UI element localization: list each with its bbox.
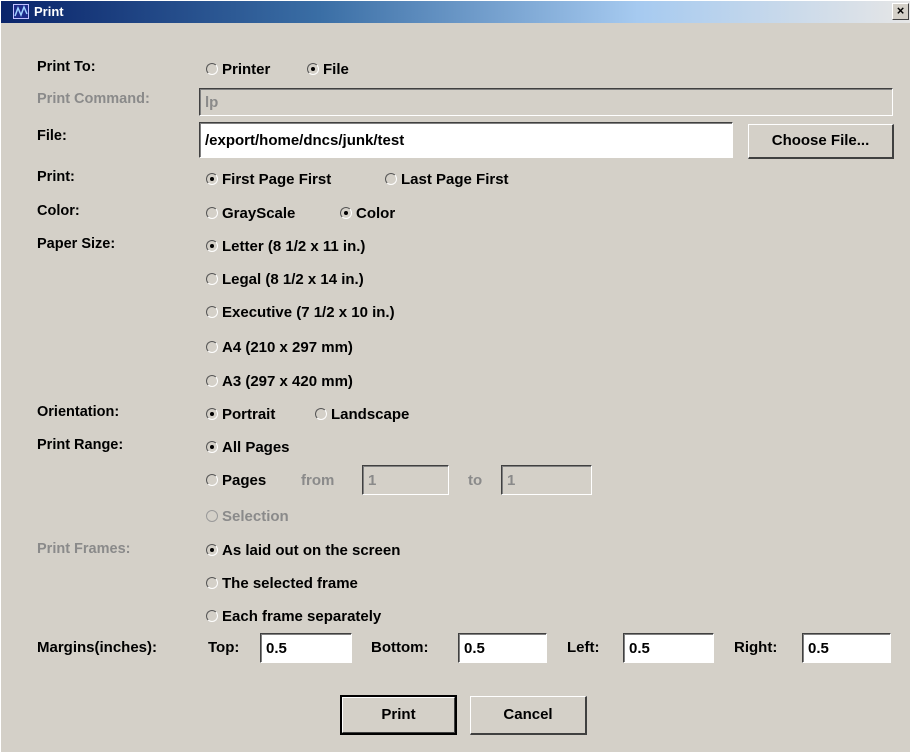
print-dialog: Print × Print To: Printer File Print Com… — [0, 0, 910, 752]
paper-size-label: Paper Size: — [37, 236, 116, 252]
radio-first-page-first[interactable]: First Page First — [206, 171, 331, 188]
margin-right-input[interactable] — [802, 633, 891, 663]
margin-left-label: Left: — [567, 639, 600, 656]
radio-paper-letter-label: Letter (8 1/2 x 11 in.) — [222, 238, 366, 255]
radio-all-pages-label: All Pages — [222, 439, 290, 456]
margin-top-label: Top: — [208, 639, 240, 656]
radio-portrait-label: Portrait — [222, 406, 276, 423]
radio-each-frame-label: Each frame separately — [222, 608, 382, 625]
radio-color-indicator — [340, 207, 352, 220]
radio-selection[interactable]: Selection — [206, 508, 289, 525]
radio-paper-legal[interactable]: Legal (8 1/2 x 14 in.) — [206, 271, 364, 288]
radio-printer-indicator — [206, 63, 218, 76]
radio-selection-label: Selection — [222, 508, 289, 525]
radio-file-indicator — [307, 63, 319, 76]
radio-paper-executive-indicator — [206, 306, 218, 319]
radio-file-label: File — [323, 61, 349, 78]
radio-paper-a3-label: A3 (297 x 420 mm) — [222, 373, 353, 390]
radio-paper-a3-indicator — [206, 375, 218, 388]
pages-to-input[interactable] — [501, 465, 592, 495]
radio-paper-legal-label: Legal (8 1/2 x 14 in.) — [222, 271, 364, 288]
file-path-input[interactable] — [199, 122, 733, 158]
print-frames-label: Print Frames: — [37, 541, 131, 557]
pages-to-label: to — [468, 472, 483, 489]
radio-as-laid-out-indicator — [206, 544, 218, 557]
print-range-label: Print Range: — [37, 437, 124, 453]
radio-paper-a4-label: A4 (210 x 297 mm) — [222, 339, 353, 356]
margin-left-input[interactable] — [623, 633, 714, 663]
radio-paper-executive-label: Executive (7 1/2 x 10 in.) — [222, 304, 395, 321]
print-button[interactable]: Print — [340, 695, 457, 735]
radio-as-laid-out[interactable]: As laid out on the screen — [206, 542, 400, 559]
radio-last-page-first[interactable]: Last Page First — [385, 171, 509, 188]
margin-bottom-input[interactable] — [458, 633, 547, 663]
radio-paper-a4[interactable]: A4 (210 x 297 mm) — [206, 339, 353, 356]
radio-each-frame-indicator — [206, 610, 218, 623]
radio-pages-indicator — [206, 474, 218, 487]
radio-color[interactable]: Color — [340, 205, 395, 222]
radio-each-frame[interactable]: Each frame separately — [206, 608, 381, 625]
margins-label: Margins(inches): — [37, 639, 158, 656]
title-bar[interactable]: Print × — [1, 1, 910, 23]
radio-all-pages-indicator — [206, 441, 218, 454]
radio-printer-label: Printer — [222, 61, 271, 78]
margin-top-input[interactable] — [260, 633, 352, 663]
radio-grayscale-label: GrayScale — [222, 205, 296, 222]
radio-grayscale[interactable]: GrayScale — [206, 205, 295, 222]
radio-grayscale-indicator — [206, 207, 218, 220]
radio-landscape-label: Landscape — [331, 406, 410, 423]
margin-bottom-label: Bottom: — [371, 639, 429, 656]
print-button-label: Print — [381, 706, 416, 723]
close-button[interactable]: × — [892, 3, 909, 20]
window-title: Print — [34, 4, 64, 19]
radio-portrait-indicator — [206, 408, 218, 421]
radio-paper-a3[interactable]: A3 (297 x 420 mm) — [206, 373, 353, 390]
radio-paper-letter-indicator — [206, 240, 218, 253]
radio-selection-indicator — [206, 510, 218, 523]
cancel-button[interactable]: Cancel — [470, 696, 587, 735]
margin-right-label: Right: — [734, 639, 778, 656]
print-order-label: Print: — [37, 169, 75, 185]
radio-pages[interactable]: Pages — [206, 472, 266, 489]
print-to-label: Print To: — [37, 59, 96, 75]
radio-paper-legal-indicator — [206, 273, 218, 286]
radio-as-laid-out-label: As laid out on the screen — [222, 542, 401, 559]
color-label: Color: — [37, 203, 80, 219]
radio-paper-executive[interactable]: Executive (7 1/2 x 10 in.) — [206, 304, 395, 321]
close-icon: × — [896, 3, 905, 18]
radio-paper-letter[interactable]: Letter (8 1/2 x 11 in.) — [206, 238, 365, 255]
radio-selected-frame-indicator — [206, 577, 218, 590]
radio-selected-frame[interactable]: The selected frame — [206, 575, 358, 592]
radio-pages-label: Pages — [222, 472, 267, 489]
choose-file-button[interactable]: Choose File... — [748, 124, 894, 159]
file-label: File: — [37, 128, 67, 144]
radio-landscape[interactable]: Landscape — [315, 406, 409, 423]
radio-selected-frame-label: The selected frame — [222, 575, 358, 592]
radio-landscape-indicator — [315, 408, 327, 421]
radio-color-label: Color — [356, 205, 396, 222]
pages-from-input[interactable] — [362, 465, 449, 495]
print-command-label: Print Command: — [37, 91, 150, 107]
radio-printer[interactable]: Printer — [206, 61, 270, 78]
print-command-input[interactable] — [199, 88, 893, 116]
radio-all-pages[interactable]: All Pages — [206, 439, 290, 456]
radio-last-page-first-indicator — [385, 173, 397, 186]
app-icon — [13, 4, 29, 19]
radio-portrait[interactable]: Portrait — [206, 406, 275, 423]
radio-first-page-first-indicator — [206, 173, 218, 186]
radio-paper-a4-indicator — [206, 341, 218, 354]
pages-from-label: from — [301, 472, 335, 489]
radio-first-page-first-label: First Page First — [222, 171, 332, 188]
radio-last-page-first-label: Last Page First — [401, 171, 509, 188]
radio-file[interactable]: File — [307, 61, 349, 78]
orientation-label: Orientation: — [37, 404, 120, 420]
